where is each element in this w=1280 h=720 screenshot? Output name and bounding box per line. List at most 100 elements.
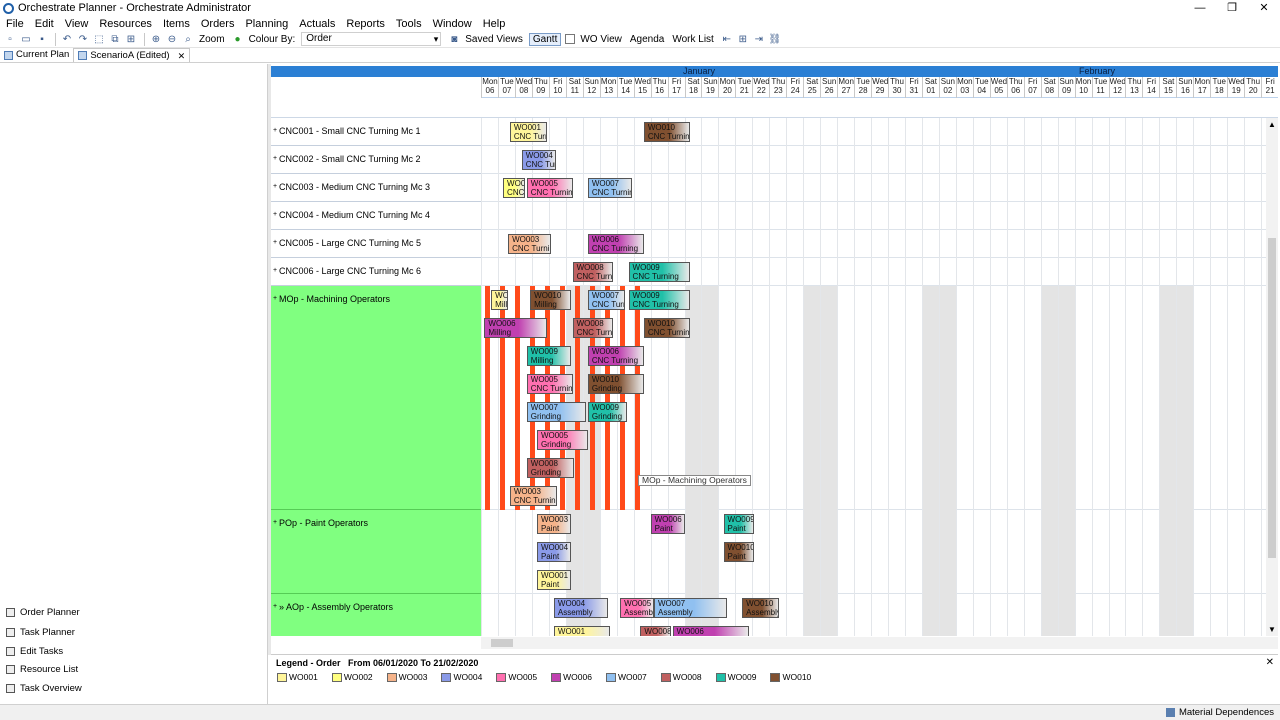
scroll-up-icon[interactable]: ▲: [1268, 120, 1276, 129]
menu-tools[interactable]: Tools: [396, 18, 430, 30]
task-bar[interactable]: WO005 CNC Turning: [526, 374, 573, 394]
menu-reports[interactable]: Reports: [346, 18, 393, 30]
save-icon[interactable]: ▪: [35, 32, 49, 46]
resource-row-label[interactable]: + POp - Paint Operators: [271, 510, 481, 594]
expand-icon[interactable]: +: [273, 258, 277, 284]
saved-views-button[interactable]: Saved Views: [465, 34, 523, 45]
resource-row-label[interactable]: + CNC003 - Medium CNC Turning Mc 3: [271, 174, 481, 202]
tab-scenario-a[interactable]: ScenarioA (Edited) ✕: [73, 48, 191, 63]
copy-icon[interactable]: ⧉: [108, 32, 122, 46]
refresh-icon[interactable]: ●: [231, 32, 245, 46]
menu-actuals[interactable]: Actuals: [299, 18, 343, 30]
resource-row-label[interactable]: + MOp - Machining Operators: [271, 286, 481, 510]
menu-items[interactable]: Items: [163, 18, 198, 30]
task-bar[interactable]: WO003CNC Turning: [508, 234, 551, 254]
work-list-button[interactable]: Work List: [672, 34, 714, 45]
menu-help[interactable]: Help: [483, 18, 514, 30]
chain-icon[interactable]: ⛓: [768, 32, 782, 46]
task-bar[interactable]: WO008: [640, 626, 671, 636]
expand-icon[interactable]: +: [273, 174, 277, 200]
link-back-icon[interactable]: ⇤: [720, 32, 734, 46]
menu-edit[interactable]: Edit: [35, 18, 62, 30]
nav-task-planner[interactable]: Task Planner: [6, 627, 75, 638]
task-bar[interactable]: WO0Milli: [491, 290, 509, 310]
nav-edit-tasks[interactable]: Edit Tasks: [6, 646, 63, 657]
task-bar[interactable]: WO008CNC Turning: [572, 318, 614, 338]
redo-icon[interactable]: ↷: [76, 32, 90, 46]
task-bar[interactable]: WO006: [672, 626, 749, 636]
grid-icon[interactable]: ⊞: [736, 32, 750, 46]
scroll-down-icon[interactable]: ▼: [1268, 625, 1276, 634]
task-bar[interactable]: WO008CNC Turning: [572, 262, 614, 282]
task-bar[interactable]: WO001CNC Turning: [509, 122, 548, 142]
task-bar[interactable]: WO005 Grinding: [536, 430, 588, 450]
zoom-in-icon[interactable]: ⊕: [149, 32, 163, 46]
menu-resources[interactable]: Resources: [99, 18, 160, 30]
select-icon[interactable]: ⬚: [92, 32, 106, 46]
task-bar[interactable]: WO010 CNC Turning: [643, 318, 690, 338]
expand-icon[interactable]: +: [273, 118, 277, 144]
agenda-button[interactable]: Agenda: [630, 34, 664, 45]
tab-current-plan[interactable]: Current Plan: [0, 48, 73, 62]
close-window-button[interactable]: ✕: [1248, 0, 1280, 16]
gantt-button[interactable]: Gantt: [528, 32, 562, 46]
task-bar[interactable]: WO008 Grinding: [526, 458, 575, 478]
task-bar[interactable]: WO005 CNC Turning: [526, 178, 573, 198]
zoom-button[interactable]: Zoom: [199, 34, 225, 45]
gantt-grid[interactable]: + CNC001 - Small CNC Turning Mc 1 + CNC002 …: [271, 118, 1266, 636]
nav-task-overview[interactable]: Task Overview: [6, 683, 82, 694]
task-bar[interactable]: WO009 CNC Turning: [628, 290, 690, 310]
task-bar[interactable]: WO007CNC Turning: [587, 178, 632, 198]
task-bar[interactable]: WO009 Grinding: [587, 402, 627, 422]
zoom-icon[interactable]: ⌕: [181, 32, 195, 46]
resource-row-label[interactable]: + CNC006 - Large CNC Turning Mc 6: [271, 258, 481, 286]
task-bar[interactable]: WO0 CNC: [503, 178, 526, 198]
task-bar[interactable]: WO006 CNC Turning: [587, 346, 644, 366]
task-bar[interactable]: WO004 Assembly: [553, 598, 609, 618]
horizontal-scrollbar[interactable]: [481, 637, 1278, 649]
task-bar[interactable]: WO003CNC Turning: [509, 486, 558, 506]
menu-file[interactable]: File: [6, 18, 32, 30]
task-bar[interactable]: WO006 CNC Turning: [587, 234, 644, 254]
task-bar[interactable]: WO006 Milling: [484, 318, 548, 338]
task-bar[interactable]: WO010 Paint: [723, 542, 755, 562]
close-icon[interactable]: ✕: [1266, 657, 1274, 668]
scroll-thumb[interactable]: [1268, 238, 1276, 558]
zoom-out-icon[interactable]: ⊖: [165, 32, 179, 46]
open-icon[interactable]: ▭: [19, 32, 33, 46]
expand-icon[interactable]: +: [273, 510, 277, 536]
task-bar[interactable]: WO010 Grinding: [587, 374, 644, 394]
task-bar[interactable]: WO009 CNC Turning: [628, 262, 690, 282]
expand-icon[interactable]: +: [273, 230, 277, 256]
wo-view-checkbox[interactable]: [565, 34, 576, 44]
expand-icon[interactable]: +: [273, 594, 277, 620]
task-bar[interactable]: WO001: [553, 626, 610, 636]
vertical-scrollbar[interactable]: ▲ ▼: [1266, 118, 1278, 636]
menu-window[interactable]: Window: [433, 18, 480, 30]
camera-icon[interactable]: ◙: [447, 32, 461, 46]
task-bar[interactable]: WO007 CNC Turn: [587, 290, 626, 310]
menu-view[interactable]: View: [65, 18, 97, 30]
resource-row-label[interactable]: + CNC005 - Large CNC Turning Mc 5: [271, 230, 481, 258]
task-bar[interactable]: WO001 Paint: [536, 570, 571, 590]
task-bar[interactable]: WO005 Assemb: [620, 598, 654, 618]
close-tab-icon[interactable]: ✕: [178, 49, 186, 63]
task-bar[interactable]: WO007 Assembly: [653, 598, 727, 618]
task-bar[interactable]: WO004 Paint: [536, 542, 571, 562]
undo-icon[interactable]: ↶: [60, 32, 74, 46]
new-icon[interactable]: ▫: [3, 32, 17, 46]
colour-by-select[interactable]: Order: [301, 32, 442, 46]
task-bar[interactable]: WO009 Milling: [526, 346, 571, 366]
maximize-button[interactable]: ❐: [1216, 0, 1248, 16]
material-dependences-button[interactable]: Material Dependences: [1165, 707, 1274, 718]
task-bar[interactable]: WO007 Grinding: [526, 402, 587, 422]
resource-row-label[interactable]: +» AOp - Assembly Operators: [271, 594, 481, 636]
minimize-button[interactable]: —: [1184, 0, 1216, 16]
expand-icon[interactable]: +: [273, 202, 277, 228]
schedule-icon[interactable]: ⊞: [124, 32, 138, 46]
nav-resource-list[interactable]: Resource List: [6, 664, 78, 675]
scroll-thumb[interactable]: [491, 639, 513, 647]
task-bar[interactable]: WO010 Assembly: [742, 598, 780, 618]
resource-row-label[interactable]: + CNC004 - Medium CNC Turning Mc 4: [271, 202, 481, 230]
task-bar[interactable]: WO006 Paint: [650, 514, 685, 534]
